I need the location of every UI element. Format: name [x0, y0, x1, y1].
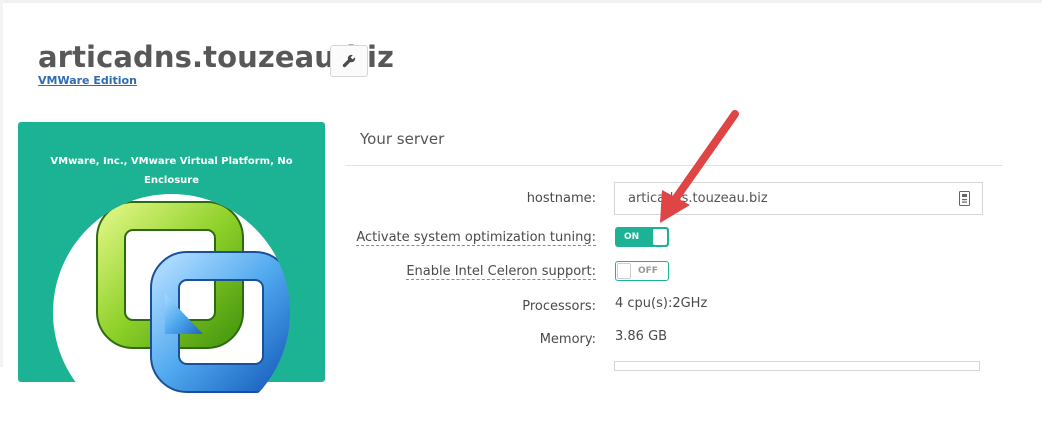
- hostname-label: hostname:: [526, 191, 596, 206]
- panel-divider: [345, 165, 1003, 166]
- optimization-toggle[interactable]: ON: [615, 227, 669, 247]
- logo-circle: [53, 194, 290, 431]
- hostname-input[interactable]: articadns.touzeau.biz: [614, 182, 983, 215]
- hostname-value: articadns.touzeau.biz: [628, 191, 768, 206]
- vmware-logo: [96, 201, 290, 393]
- hardware-description: VMware, Inc., VMware Virtual Platform, N…: [50, 156, 293, 186]
- settings-button[interactable]: [330, 45, 368, 77]
- wrench-icon: [342, 54, 356, 68]
- toggle-state-text: OFF: [638, 266, 658, 276]
- processors-value: 4 cpu(s):2GHz: [615, 296, 708, 311]
- top-bar: [0, 0, 1042, 3]
- input-copy-icon[interactable]: [959, 191, 970, 206]
- next-field-input[interactable]: [614, 361, 980, 371]
- edition-link[interactable]: VMWare Edition: [38, 74, 137, 87]
- optimization-label: Activate system optimization tuning:: [356, 230, 596, 246]
- processors-label: Processors:: [522, 299, 596, 314]
- celeron-toggle[interactable]: OFF: [615, 261, 669, 281]
- server-card: VMware, Inc., VMware Virtual Platform, N…: [18, 122, 325, 431]
- left-edge: [0, 0, 3, 367]
- toggle-knob: [653, 229, 667, 245]
- memory-value: 3.86 GB: [615, 329, 668, 344]
- panel-title: Your server: [360, 130, 445, 148]
- celeron-label: Enable Intel Celeron support:: [406, 264, 596, 280]
- toggle-state-text: ON: [624, 232, 640, 242]
- toggle-knob: [617, 263, 631, 279]
- memory-label: Memory:: [539, 332, 596, 347]
